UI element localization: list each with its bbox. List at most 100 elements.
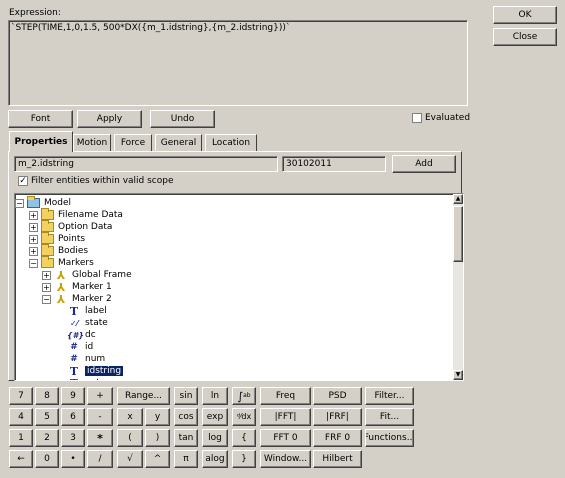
key-6[interactable]: 6 bbox=[61, 408, 85, 426]
entity-tree[interactable]: − Model + Filename Data + Option Data + … bbox=[14, 193, 464, 381]
expand-icon[interactable]: + bbox=[29, 222, 38, 232]
key-multiply[interactable]: * bbox=[87, 429, 113, 447]
sqrt-icon[interactable]: √ bbox=[117, 450, 143, 468]
tab-motion[interactable]: Motion bbox=[73, 134, 111, 151]
path-field[interactable]: m_2.idstring bbox=[14, 156, 278, 172]
window-button[interactable]: Window... bbox=[260, 450, 311, 468]
key-0[interactable]: 0 bbox=[35, 450, 59, 468]
tree-node-dc[interactable]: {#} dc bbox=[67, 329, 96, 341]
key-1[interactable]: 1 bbox=[9, 429, 33, 447]
key-close-paren[interactable]: ) bbox=[145, 429, 170, 447]
key-divide[interactable]: / bbox=[87, 450, 113, 468]
tree-label: Filename Data bbox=[58, 210, 123, 220]
tan-button[interactable]: tan bbox=[174, 429, 198, 447]
filter-scope-checkbox[interactable]: ✓ Filter entities within valid scope bbox=[18, 176, 174, 186]
tree-node-marker-2[interactable]: − ⅄ Marker 2 bbox=[42, 293, 112, 306]
evaluated-label: Evaluated bbox=[425, 113, 471, 123]
tree-node-state[interactable]: ✓⁄ state bbox=[67, 317, 108, 329]
expand-icon[interactable]: + bbox=[29, 210, 38, 220]
expand-icon[interactable]: + bbox=[29, 246, 38, 256]
key-7[interactable]: 7 bbox=[9, 387, 33, 405]
backspace-icon[interactable]: ← bbox=[9, 450, 33, 468]
functions-button[interactable]: Functions... bbox=[365, 429, 414, 447]
cos-button[interactable]: cos bbox=[174, 408, 198, 426]
key-3[interactable]: 3 bbox=[61, 429, 85, 447]
filter-checkbox-check[interactable]: ✓ bbox=[18, 176, 28, 186]
collapse-icon[interactable]: − bbox=[15, 198, 24, 208]
tree-node-global-frame[interactable]: + ⅄ Global Frame bbox=[42, 269, 132, 282]
ok-button[interactable]: OK bbox=[493, 6, 557, 24]
evaluated-checkbox-box[interactable] bbox=[412, 113, 422, 123]
apply-button[interactable]: Apply bbox=[77, 110, 142, 128]
filter-button[interactable]: Filter... bbox=[365, 387, 414, 405]
expand-icon[interactable]: + bbox=[42, 282, 51, 292]
tab-location[interactable]: Location bbox=[205, 134, 257, 151]
tree-node-bodies[interactable]: + Bodies bbox=[29, 244, 88, 257]
scroll-up-icon[interactable]: ▲ bbox=[453, 194, 463, 204]
integral-icon[interactable]: ∫ a b bbox=[232, 387, 256, 405]
undo-button[interactable]: Undo bbox=[150, 110, 215, 128]
derivative-icon[interactable]: ᵈ⁄dx bbox=[232, 408, 256, 426]
id-field[interactable]: 30102011 bbox=[282, 156, 386, 172]
tab-properties[interactable]: Properties bbox=[9, 131, 73, 152]
frf-phase-button[interactable]: FRF 0 bbox=[313, 429, 362, 447]
key-9[interactable]: 9 bbox=[61, 387, 85, 405]
key-4[interactable]: 4 bbox=[9, 408, 33, 426]
fit-button[interactable]: Fit... bbox=[365, 408, 414, 426]
tab-force[interactable]: Force bbox=[114, 134, 152, 151]
key-open-paren[interactable]: ( bbox=[117, 429, 143, 447]
key-x[interactable]: x bbox=[117, 408, 143, 426]
scroll-down-icon[interactable]: ▼ bbox=[453, 370, 463, 380]
freq-button[interactable]: Freq bbox=[260, 387, 311, 405]
sin-button[interactable]: sin bbox=[174, 387, 198, 405]
tree-node-note[interactable]: T note bbox=[67, 377, 105, 381]
key-power[interactable]: ^ bbox=[145, 450, 170, 468]
frf-magnitude-button[interactable]: |FRF| bbox=[313, 408, 362, 426]
expand-icon[interactable]: + bbox=[42, 270, 51, 280]
evaluated-checkbox[interactable]: Evaluated bbox=[412, 113, 470, 123]
tree-scrollbar[interactable]: ▲ ▼ bbox=[453, 194, 463, 380]
tree-node-markers[interactable]: − Markers bbox=[29, 256, 94, 269]
font-button[interactable]: Font bbox=[8, 110, 73, 128]
hilbert-button[interactable]: Hilbert bbox=[313, 450, 362, 468]
expression-editor[interactable]: `STEP(TIME,1,0,1.5, 500*DX({m_1.idstring… bbox=[8, 20, 468, 106]
folder-icon bbox=[41, 220, 54, 232]
add-button[interactable]: Add bbox=[392, 155, 456, 173]
key-y[interactable]: y bbox=[145, 408, 170, 426]
key-close-brace[interactable]: } bbox=[232, 450, 256, 468]
collapse-icon[interactable]: − bbox=[29, 258, 38, 268]
exp-button[interactable]: exp bbox=[202, 408, 228, 426]
key-8[interactable]: 8 bbox=[35, 387, 59, 405]
key-decimal[interactable]: • bbox=[61, 450, 85, 468]
number-type-icon: # bbox=[70, 342, 78, 352]
ln-button[interactable]: ln bbox=[202, 387, 228, 405]
fft-phase-button[interactable]: FFT 0 bbox=[260, 429, 311, 447]
tree-label: Option Data bbox=[58, 222, 113, 232]
key-2[interactable]: 2 bbox=[35, 429, 59, 447]
psd-button[interactable]: PSD bbox=[313, 387, 362, 405]
alog-button[interactable]: alog bbox=[202, 450, 228, 468]
key-minus[interactable]: - bbox=[87, 408, 113, 426]
key-plus[interactable]: + bbox=[87, 387, 113, 405]
key-open-brace[interactable]: { bbox=[232, 429, 256, 447]
tree-node-idstring[interactable]: T idstring bbox=[67, 365, 124, 378]
number-type-icon: # bbox=[70, 354, 78, 364]
tree-node-id[interactable]: # id bbox=[67, 341, 93, 353]
log-button[interactable]: log bbox=[202, 429, 228, 447]
pi-button[interactable]: π bbox=[174, 450, 198, 468]
tree-label: Marker 2 bbox=[72, 294, 112, 304]
tree-node-marker-1[interactable]: + ⅄ Marker 1 bbox=[42, 281, 112, 294]
scroll-thumb[interactable] bbox=[453, 206, 463, 262]
range-button[interactable]: Range... bbox=[117, 387, 170, 405]
key-5[interactable]: 5 bbox=[35, 408, 59, 426]
close-button[interactable]: Close bbox=[493, 28, 557, 46]
expand-icon[interactable]: + bbox=[29, 234, 38, 244]
tree-node-label[interactable]: T label bbox=[67, 304, 107, 318]
fft-magnitude-button[interactable]: |FFT| bbox=[260, 408, 311, 426]
folder-icon bbox=[41, 244, 54, 256]
text-type-icon: T bbox=[69, 304, 79, 318]
tab-general[interactable]: General bbox=[155, 134, 202, 151]
tree-node-num[interactable]: # num bbox=[67, 353, 105, 365]
tree-node-points[interactable]: + Points bbox=[29, 232, 85, 245]
collapse-icon[interactable]: − bbox=[42, 294, 51, 304]
